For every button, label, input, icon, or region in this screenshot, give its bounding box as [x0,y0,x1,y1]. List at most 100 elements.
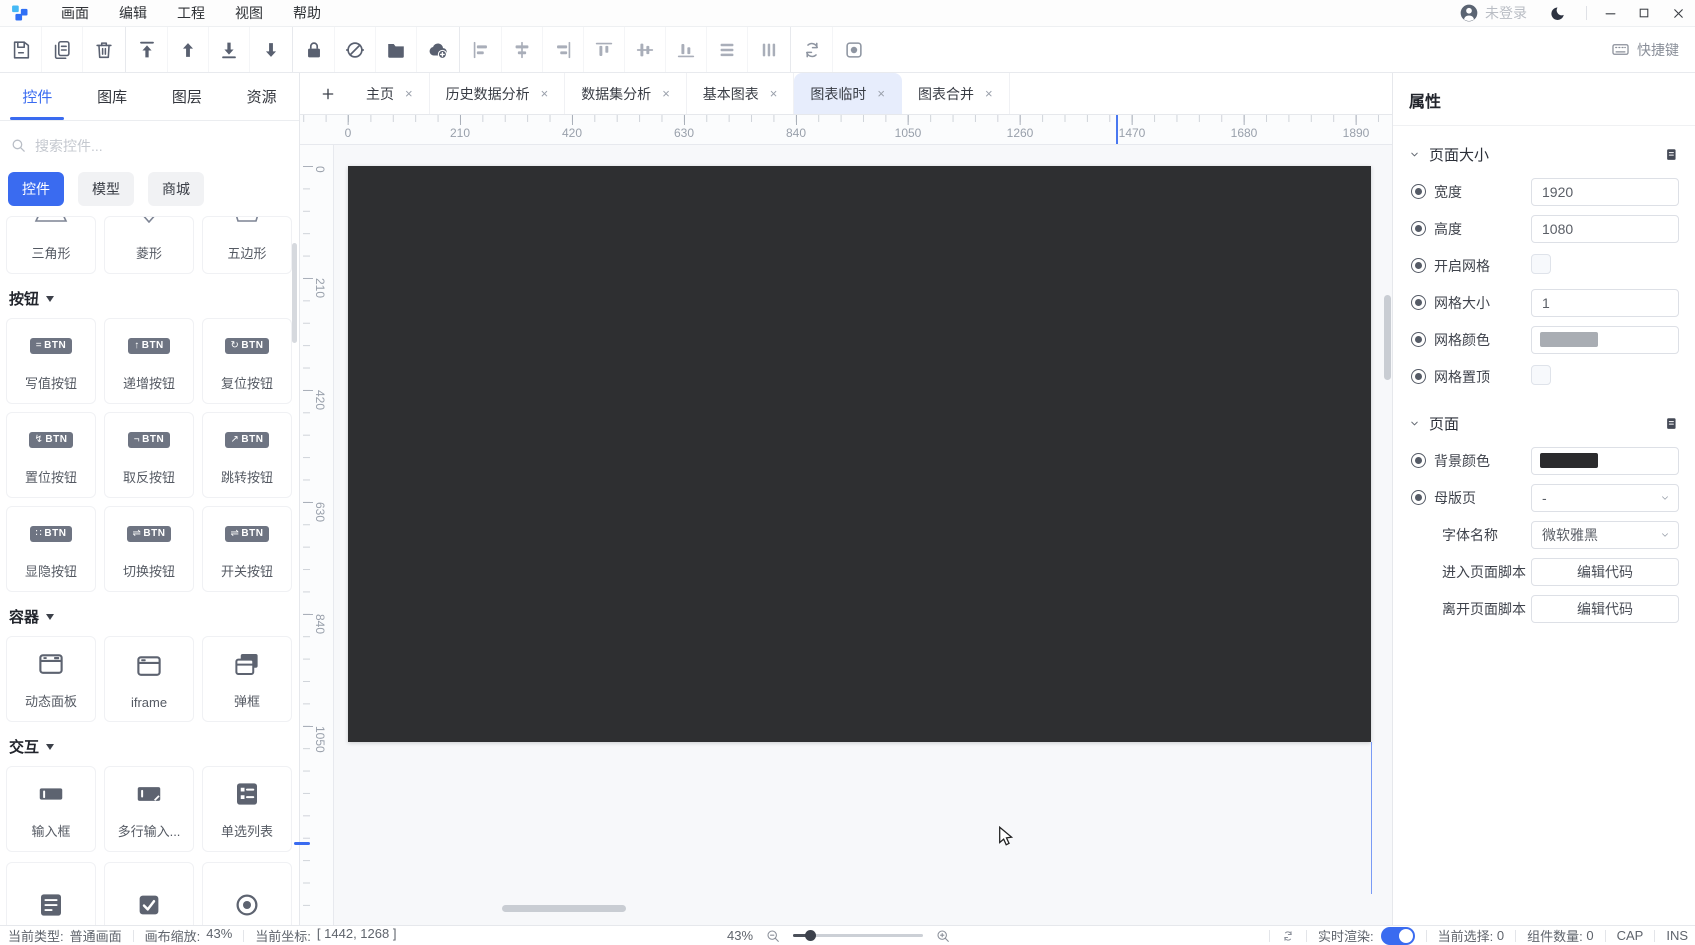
tab-close-icon[interactable]: × [877,87,885,100]
control-card[interactable]: ⇌ BTN 开关按钮 [202,506,292,592]
sidebar-tab[interactable]: 图库 [75,73,150,120]
section-doc-icon[interactable] [1664,416,1679,431]
toolbar-folder-button[interactable] [376,27,417,72]
property-checkbox[interactable] [1531,365,1551,385]
property-section-header[interactable]: 页面 [1393,395,1695,442]
toolbar-distribute-v-button[interactable] [707,27,748,72]
property-section-header[interactable]: 页面大小 [1393,126,1695,173]
tab-close-icon[interactable]: × [662,87,670,100]
page-tab[interactable]: 历史数据分析 × [430,73,566,114]
section-header[interactable]: 交互 [0,736,299,756]
property-select[interactable]: 微软雅黑 [1531,520,1679,549]
color-picker[interactable] [1531,446,1679,475]
toolbar-align-right-button[interactable] [543,27,584,72]
sidebar-tab[interactable]: 图层 [150,73,225,120]
toolbar-move-bottom-button[interactable] [209,27,250,72]
control-card[interactable]: ↗ BTN 跳转按钮 [202,412,292,498]
section-doc-icon[interactable] [1664,147,1679,162]
toolbar-align-top-button[interactable] [584,27,625,72]
horizontal-scrollbar[interactable] [502,905,626,912]
toolbar-move-down-button[interactable] [250,27,291,72]
control-card[interactable]: 动态面板 [6,636,96,722]
tab-close-icon[interactable]: × [770,87,778,100]
binding-target-icon[interactable] [1411,332,1426,347]
toolbar-save-button[interactable] [1,27,42,72]
control-card[interactable]: ⇌ BTN 切换按钮 [104,506,194,592]
control-card[interactable]: iframe [104,636,194,722]
property-checkbox[interactable] [1531,254,1551,274]
tab-close-icon[interactable]: × [985,87,993,100]
control-card[interactable]: ↻ BTN 复位按钮 [202,318,292,404]
control-card[interactable]: 三角形 [6,216,96,274]
control-card[interactable]: ¬ BTN 取反按钮 [104,412,194,498]
menubar-item[interactable]: 画面 [46,0,104,26]
zoom-slider[interactable] [793,930,924,941]
search-input[interactable] [35,137,245,154]
left-panel-scrollbar[interactable] [292,243,297,343]
minimize-button[interactable] [1593,0,1627,27]
toolbar-align-bottom-button[interactable] [666,27,707,72]
control-card[interactable] [104,862,194,925]
toolbar-distribute-h-button[interactable] [748,27,789,72]
filter-button[interactable]: 控件 [8,172,64,206]
toolbar-refresh-button[interactable] [792,27,833,72]
binding-target-icon[interactable] [1411,295,1426,310]
page-tab[interactable]: 数据集分析 × [565,73,687,114]
page-tab[interactable]: 主页 × [350,73,430,114]
control-card[interactable]: 单选列表 [202,766,292,852]
control-card[interactable]: 多行输入... [104,766,194,852]
tab-close-icon[interactable]: × [405,87,413,100]
maximize-button[interactable] [1627,0,1661,27]
binding-target-icon[interactable] [1411,184,1426,199]
control-card[interactable]: 菱形 [104,216,194,274]
realtime-render-toggle[interactable] [1380,926,1415,945]
toolbar-align-left-button[interactable] [461,27,502,72]
theme-moon-icon[interactable] [1549,5,1566,22]
control-card[interactable]: ∷ BTN 显隐按钮 [6,506,96,592]
binding-target-icon[interactable] [1411,490,1426,505]
toolbar-copy-button[interactable] [42,27,83,72]
binding-target-icon[interactable] [1411,369,1426,384]
toolbar-lock-button[interactable] [294,27,335,72]
page-tab[interactable]: 基本图表 × [687,73,795,114]
menubar-item[interactable]: 工程 [162,0,220,26]
vertical-scrollbar[interactable] [1384,295,1391,380]
zoom-in-button[interactable] [935,928,951,944]
menubar-item[interactable]: 视图 [220,0,278,26]
menubar-item[interactable]: 帮助 [278,0,336,26]
design-canvas[interactable] [348,166,1371,742]
toolbar-trash-button[interactable] [83,27,124,72]
filter-button[interactable]: 模型 [78,172,134,206]
property-select[interactable]: - [1531,483,1679,512]
add-page-tab-button[interactable] [306,73,350,114]
color-picker[interactable] [1531,325,1679,354]
zoom-slider-handle[interactable] [805,930,817,941]
binding-target-icon[interactable] [1411,453,1426,468]
toolbar-hide-button[interactable] [335,27,376,72]
toolbar-align-center-v-button[interactable] [502,27,543,72]
control-card[interactable]: ↯ BTN 置位按钮 [6,412,96,498]
toolbar-align-center-h-button[interactable] [625,27,666,72]
sidebar-tab[interactable]: 控件 [0,73,75,120]
property-input[interactable] [1531,288,1679,317]
edit-code-button[interactable]: 编辑代码 [1531,594,1679,623]
control-card[interactable]: 五边形 [202,216,292,274]
tab-close-icon[interactable]: × [541,87,549,100]
toolbar-move-up-button[interactable] [168,27,209,72]
menubar-item[interactable]: 编辑 [104,0,162,26]
control-card[interactable]: ↑ BTN 递增按钮 [104,318,194,404]
refresh-button[interactable] [1281,929,1295,943]
control-card[interactable]: 弹框 [202,636,292,722]
shortcut-hint[interactable]: 快捷键 [1611,40,1679,60]
control-card[interactable]: = BTN 写值按钮 [6,318,96,404]
user-account[interactable]: 未登录 [1459,3,1527,23]
binding-target-icon[interactable] [1411,221,1426,236]
property-input[interactable] [1531,177,1679,206]
property-input[interactable] [1531,214,1679,243]
control-card[interactable] [6,862,96,925]
control-card[interactable]: 输入框 [6,766,96,852]
control-card[interactable] [202,862,292,925]
section-header[interactable]: 容器 [0,606,299,626]
zoom-out-button[interactable] [765,928,781,944]
toolbar-record-button[interactable] [833,27,874,72]
